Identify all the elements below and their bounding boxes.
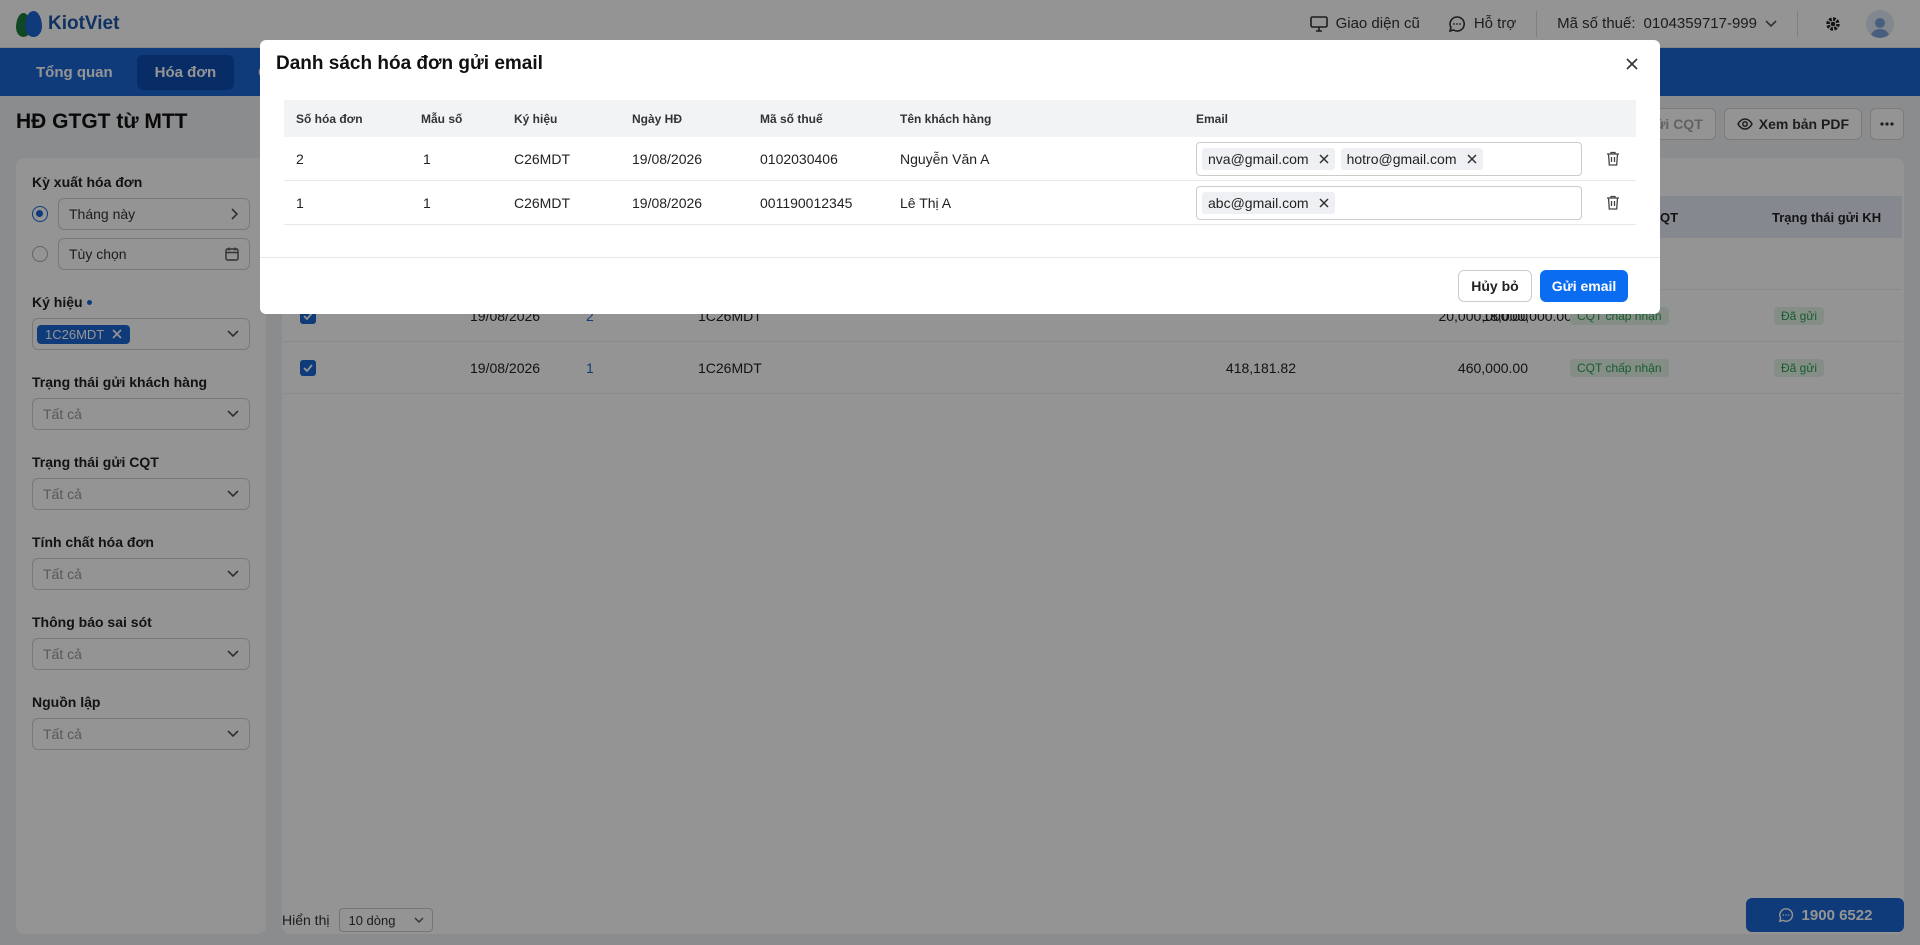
close-icon: [1626, 58, 1638, 70]
trash-icon: [1607, 151, 1619, 166]
trash-icon: [1607, 195, 1619, 210]
email-chip-label: abc@gmail.com: [1208, 195, 1309, 211]
header-customer: Tên khách hàng: [900, 111, 992, 126]
email-chip-label: nva@gmail.com: [1208, 151, 1309, 167]
dialog-divider: [260, 257, 1660, 258]
email-chip: abc@gmail.com: [1202, 192, 1335, 214]
email-table-row: 2 1 C26MDT 19/08/2026 0102030406 Nguyễn …: [284, 137, 1636, 181]
email-table-row: 1 1 C26MDT 19/08/2026 001190012345 Lê Th…: [284, 181, 1636, 225]
dialog-title: Danh sách hóa đơn gửi email: [276, 53, 543, 74]
send-email-button[interactable]: Gửi email: [1540, 270, 1628, 302]
cell-invoice-number: 1: [296, 194, 304, 211]
remove-email-icon[interactable]: [1319, 198, 1329, 208]
header-email: Email: [1196, 111, 1229, 126]
header-tax-code: Mã số thuế: [760, 111, 823, 126]
email-chip: hotro@gmail.com: [1340, 148, 1483, 170]
cell-tax-code: 001190012345: [760, 194, 853, 211]
delete-row-button[interactable]: [1606, 181, 1620, 224]
header-date: Ngày HĐ: [632, 111, 683, 126]
remove-email-icon[interactable]: [1319, 154, 1329, 164]
cell-template: 1: [423, 194, 431, 211]
email-chip-label: hotro@gmail.com: [1346, 151, 1457, 167]
dialog-close-button[interactable]: [1622, 54, 1642, 74]
email-invoice-table: Số hóa đơn Mẫu số Ký hiệu Ngày HĐ Mã số …: [284, 100, 1636, 225]
cell-symbol: C26MDT: [514, 150, 571, 167]
email-table-header: Số hóa đơn Mẫu số Ký hiệu Ngày HĐ Mã số …: [284, 100, 1636, 137]
delete-row-button[interactable]: [1606, 137, 1620, 180]
cell-template: 1: [423, 150, 431, 167]
cell-date: 19/08/2026: [632, 194, 703, 211]
send-email-dialog: Danh sách hóa đơn gửi email Số hóa đơn M…: [260, 40, 1660, 314]
header-symbol: Ký hiệu: [514, 111, 558, 126]
email-input[interactable]: abc@gmail.com: [1196, 186, 1582, 220]
cell-date: 19/08/2026: [632, 150, 703, 167]
cell-invoice-number: 2: [296, 150, 304, 167]
email-chip: nva@gmail.com: [1202, 148, 1335, 170]
cell-tax-code: 0102030406: [760, 150, 838, 167]
cell-symbol: C26MDT: [514, 194, 571, 211]
email-input[interactable]: nva@gmail.com hotro@gmail.com: [1196, 142, 1582, 176]
remove-email-icon[interactable]: [1466, 154, 1477, 164]
cancel-button[interactable]: Hủy bỏ: [1458, 270, 1532, 302]
header-template: Mẫu số: [421, 111, 463, 126]
header-invoice-number: Số hóa đơn: [296, 111, 363, 126]
cell-customer: Lê Thị A: [900, 194, 952, 211]
cell-customer: Nguyễn Văn A: [900, 150, 990, 167]
